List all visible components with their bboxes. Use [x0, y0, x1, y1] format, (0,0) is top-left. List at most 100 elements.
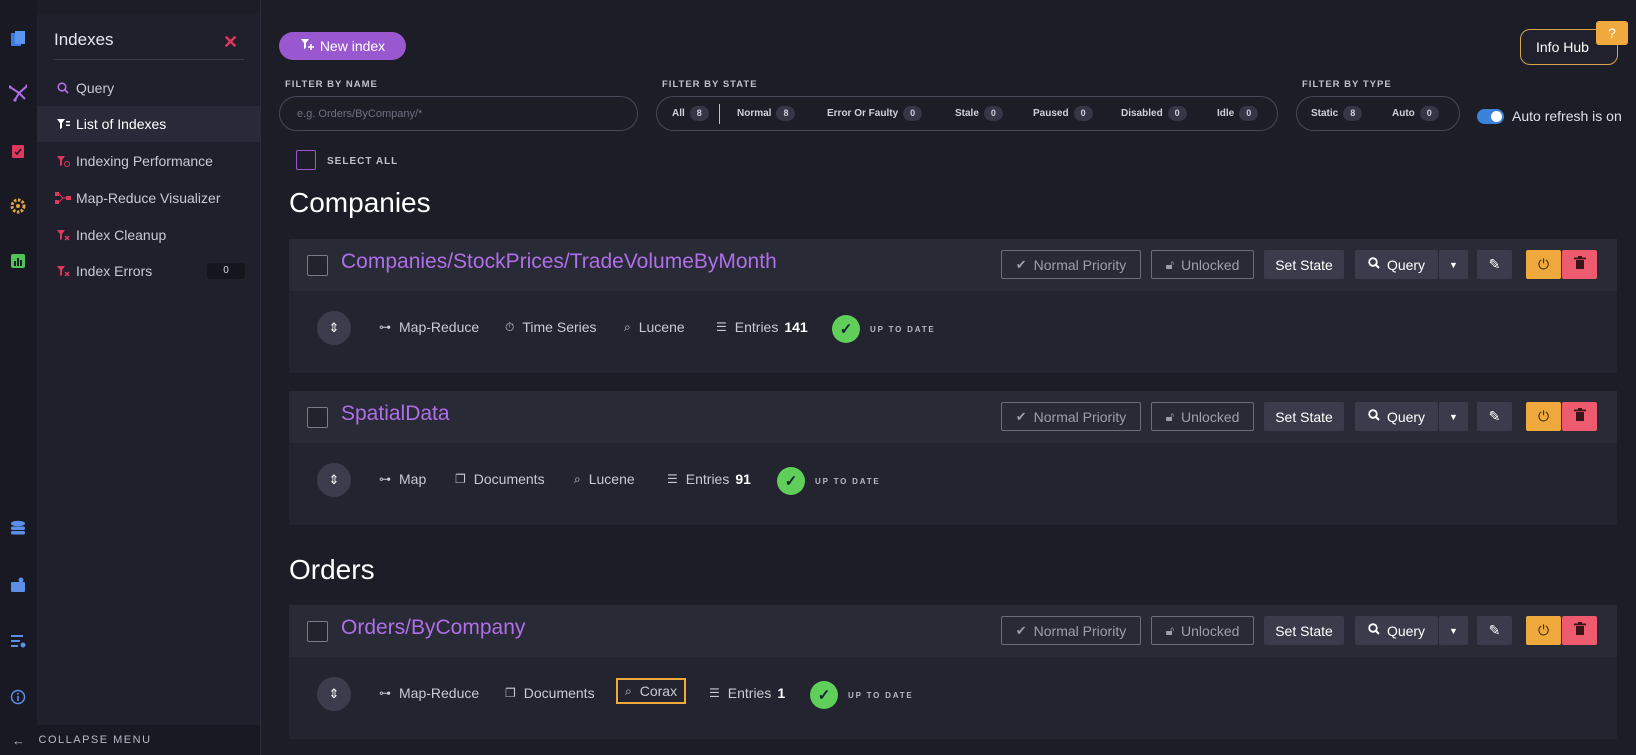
type-filter-static[interactable]: Static 8 [1311, 106, 1363, 121]
select-all-checkbox[interactable] [296, 150, 316, 170]
manage-server-icon[interactable] [9, 576, 27, 594]
state-filter-all[interactable]: All 8 [672, 106, 709, 121]
index-name-link[interactable]: Companies/StockPrices/TradeVolumeByMonth [341, 250, 777, 274]
lock-label: Unlocked [1181, 256, 1240, 273]
power-icon: ⏻ [1537, 256, 1550, 272]
set-state-button[interactable]: Set State [1264, 616, 1344, 645]
disable-button[interactable]: ⏻ [1526, 402, 1561, 431]
edit-button[interactable]: ✎ [1477, 616, 1512, 645]
index-entries: ☰ Entries 141 [716, 319, 808, 335]
index-name-link[interactable]: Orders/ByCompany [341, 616, 525, 640]
caret-down-icon: ▼ [1449, 259, 1458, 270]
collapse-menu-button[interactable]: ← COLLAPSE MENU [0, 725, 260, 755]
set-state-button[interactable]: Set State [1264, 250, 1344, 279]
state-filter-normal[interactable]: Normal 8 [737, 106, 796, 121]
index-card-header: Companies/StockPrices/TradeVolumeByMonth… [289, 239, 1617, 291]
sidebar-item-query[interactable]: Query [37, 70, 260, 106]
state-filter-disabled[interactable]: Disabled 0 [1121, 106, 1187, 121]
documents-icon: ❐ [455, 472, 466, 486]
index-checkbox[interactable] [307, 255, 328, 276]
index-checkbox[interactable] [307, 407, 328, 428]
check-circle-icon: ✓ [832, 315, 860, 343]
priority-label: Normal Priority [1033, 408, 1127, 425]
disable-button[interactable]: ⏻ [1526, 616, 1561, 645]
state-filter-paused[interactable]: Paused 0 [1033, 106, 1093, 121]
priority-button[interactable]: ✔ Normal Priority [1001, 616, 1141, 645]
auto-refresh-toggle[interactable] [1477, 109, 1504, 124]
index-card-header: SpatialData ✔ Normal Priority 🔓︎ Unlocked … [289, 391, 1617, 443]
search-icon [1368, 257, 1380, 272]
performance-icon [54, 155, 72, 168]
collapse-menu-label: COLLAPSE MENU [38, 734, 152, 746]
lock-button[interactable]: 🔓︎ Unlocked [1151, 402, 1254, 431]
edit-button[interactable]: ✎ [1477, 402, 1512, 431]
delete-button[interactable] [1562, 616, 1597, 645]
close-menu-icon[interactable]: ✕ [223, 32, 238, 53]
priority-button[interactable]: ✔ Normal Priority [1001, 402, 1141, 431]
pill-label: Paused [1033, 108, 1069, 119]
help-badge[interactable]: ? [1596, 21, 1628, 45]
stats-icon[interactable] [9, 252, 27, 270]
engine-label: Lucene [638, 319, 685, 335]
pill-label: All [672, 108, 685, 119]
delete-button[interactable] [1562, 250, 1597, 279]
priority-button[interactable]: ✔ Normal Priority [1001, 250, 1141, 279]
sidebar-item-index-cleanup[interactable]: Index Cleanup [37, 217, 260, 253]
map-icon: ⊶ [379, 472, 391, 486]
index-checkbox[interactable] [307, 621, 328, 642]
type-filter-auto[interactable]: Auto 0 [1392, 106, 1439, 121]
sidebar-item-index-errors[interactable]: Index Errors 0 [37, 253, 260, 289]
query-dropdown-button[interactable]: ▼ [1439, 616, 1468, 645]
list-icon: ☰ [667, 472, 678, 486]
tasks-icon[interactable] [9, 142, 27, 160]
about-icon[interactable] [9, 688, 27, 706]
pill-count: 8 [776, 106, 796, 121]
expand-details-button[interactable]: ⇕ [317, 311, 351, 345]
sidebar-item-label: Index Errors [76, 263, 153, 279]
filter-name-input[interactable] [279, 96, 638, 131]
query-button[interactable]: Query [1355, 402, 1438, 431]
set-state-label: Set State [1275, 622, 1333, 639]
sidebar-item-indexing-performance[interactable]: Indexing Performance [37, 143, 260, 179]
pill-count: 8 [689, 106, 709, 121]
expand-details-button[interactable]: ⇕ [317, 463, 351, 497]
engine-label: Lucene [588, 471, 635, 487]
lock-button[interactable]: 🔓︎ Unlocked [1151, 616, 1254, 645]
indexes-icon[interactable] [9, 84, 27, 102]
sidebar-item-label: Query [76, 80, 115, 96]
icon-rail [0, 0, 37, 755]
pill-count: 0 [1419, 106, 1439, 121]
settings-icon[interactable] [9, 197, 27, 215]
list-icon: ☰ [716, 320, 727, 334]
expand-details-button[interactable]: ⇕ [317, 677, 351, 711]
state-filter-error-or-faulty[interactable]: Error Or Faulty 0 [827, 106, 923, 121]
delete-button[interactable] [1562, 402, 1597, 431]
index-card-body: ⇕ ⊶ Map-Reduce ❐ Documents ⌕ Corax ☰ Entries… [289, 657, 1617, 739]
state-filter-idle[interactable]: Idle 0 [1217, 106, 1259, 121]
query-dropdown-button[interactable]: ▼ [1439, 250, 1468, 279]
disable-button[interactable]: ⏻ [1526, 250, 1561, 279]
sidebar-item-list-of-indexes[interactable]: List of Indexes [37, 106, 260, 142]
documents-icon[interactable] [9, 30, 27, 48]
pill-label: Error Or Faulty [827, 108, 899, 119]
expand-icon: ⇕ [328, 472, 340, 487]
menu-border [260, 0, 261, 755]
status-label: UP TO DATE [815, 476, 881, 486]
pill-divider [719, 104, 720, 124]
query-dropdown-button[interactable]: ▼ [1439, 402, 1468, 431]
query-button[interactable]: Query [1355, 250, 1438, 279]
databases-icon[interactable] [9, 519, 27, 537]
list-icon: ☰ [709, 686, 720, 700]
state-filter-stale[interactable]: Stale 0 [955, 106, 1003, 121]
new-index-button[interactable]: New index [279, 32, 406, 60]
pill-label: Disabled [1121, 108, 1163, 119]
search-icon: ⌕ [574, 471, 581, 486]
sidebar-item-map-reduce-visualizer[interactable]: Map-Reduce Visualizer [37, 180, 260, 216]
menu-divider [54, 59, 244, 60]
server-settings-icon[interactable] [9, 632, 27, 650]
set-state-button[interactable]: Set State [1264, 402, 1344, 431]
query-button[interactable]: Query [1355, 616, 1438, 645]
index-name-link[interactable]: SpatialData [341, 402, 450, 426]
lock-button[interactable]: 🔓︎ Unlocked [1151, 250, 1254, 279]
edit-button[interactable]: ✎ [1477, 250, 1512, 279]
